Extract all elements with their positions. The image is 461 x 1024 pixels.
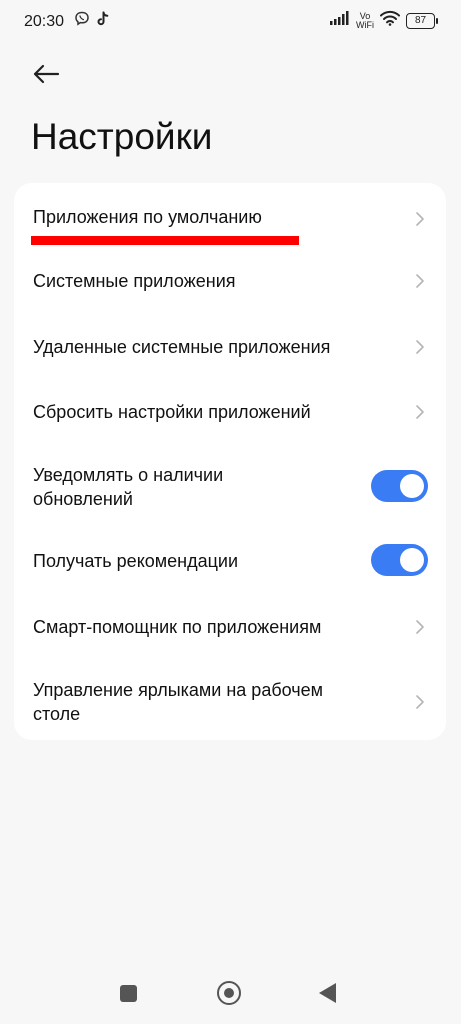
- setting-label: Управление ярлыками на рабочем столе: [33, 680, 324, 724]
- setting-smart-app-assistant[interactable]: Смарт-помощник по приложениям: [14, 603, 446, 651]
- back-triangle-icon[interactable]: [319, 983, 336, 1003]
- viber-icon: [74, 11, 90, 32]
- toggle-knob: [400, 548, 424, 572]
- update-notifications-toggle[interactable]: [371, 470, 428, 502]
- status-notification-icons: [74, 11, 110, 32]
- home-icon[interactable]: [217, 981, 241, 1005]
- chevron-right-icon: [416, 695, 424, 709]
- battery-icon: 87: [406, 12, 438, 29]
- chevron-right-icon: [416, 274, 424, 288]
- status-time: 20:30: [24, 13, 65, 30]
- toggle-knob: [400, 474, 424, 498]
- page-title: Настройки: [31, 116, 213, 157]
- status-system-icons: Vo WiFi 87: [330, 10, 438, 31]
- chevron-right-icon: [416, 212, 424, 226]
- setting-label: Приложения по умолчанию: [33, 207, 262, 227]
- tiktok-icon: [96, 11, 110, 32]
- setting-removed-system-apps[interactable]: Удаленные системные приложения: [14, 323, 446, 371]
- highlight-underline: [31, 236, 299, 245]
- wifi-icon: [380, 10, 400, 31]
- recents-icon[interactable]: [120, 985, 137, 1002]
- volte-icon: Vo WiFi: [356, 11, 374, 30]
- back-arrow-icon: [33, 64, 60, 84]
- setting-label: Системные приложения: [33, 271, 236, 291]
- recommendations-toggle[interactable]: [371, 544, 428, 576]
- setting-label: Смарт-помощник по приложениям: [33, 617, 322, 637]
- chevron-right-icon: [416, 340, 424, 354]
- signal-icon: [330, 11, 350, 30]
- setting-label: Удаленные системные приложения: [33, 337, 331, 357]
- setting-label: Уведомлять о наличии обновлений: [33, 465, 224, 509]
- status-bar: 20:30 Vo WiFi 87: [0, 0, 461, 44]
- chevron-right-icon: [416, 620, 424, 634]
- home-dot: [224, 988, 234, 998]
- back-button[interactable]: [28, 56, 64, 92]
- settings-list: Приложения по умолчанию Системные прилож…: [14, 183, 446, 740]
- volte-bottom-text: WiFi: [356, 19, 374, 30]
- setting-system-apps[interactable]: Системные приложения: [14, 257, 446, 305]
- setting-update-notifications: Уведомлять о наличии обновлений: [14, 455, 446, 519]
- setting-get-recommendations: Получать рекомендации: [14, 538, 446, 584]
- chevron-right-icon: [416, 405, 424, 419]
- setting-label: Сбросить настройки приложений: [33, 402, 311, 422]
- navigation-bar: [0, 970, 461, 1016]
- setting-label: Получать рекомендации: [33, 551, 239, 571]
- setting-default-apps[interactable]: Приложения по умолчанию: [14, 195, 446, 241]
- setting-reset-app-preferences[interactable]: Сбросить настройки приложений: [14, 388, 446, 436]
- setting-home-shortcuts[interactable]: Управление ярлыками на рабочем столе: [14, 672, 446, 732]
